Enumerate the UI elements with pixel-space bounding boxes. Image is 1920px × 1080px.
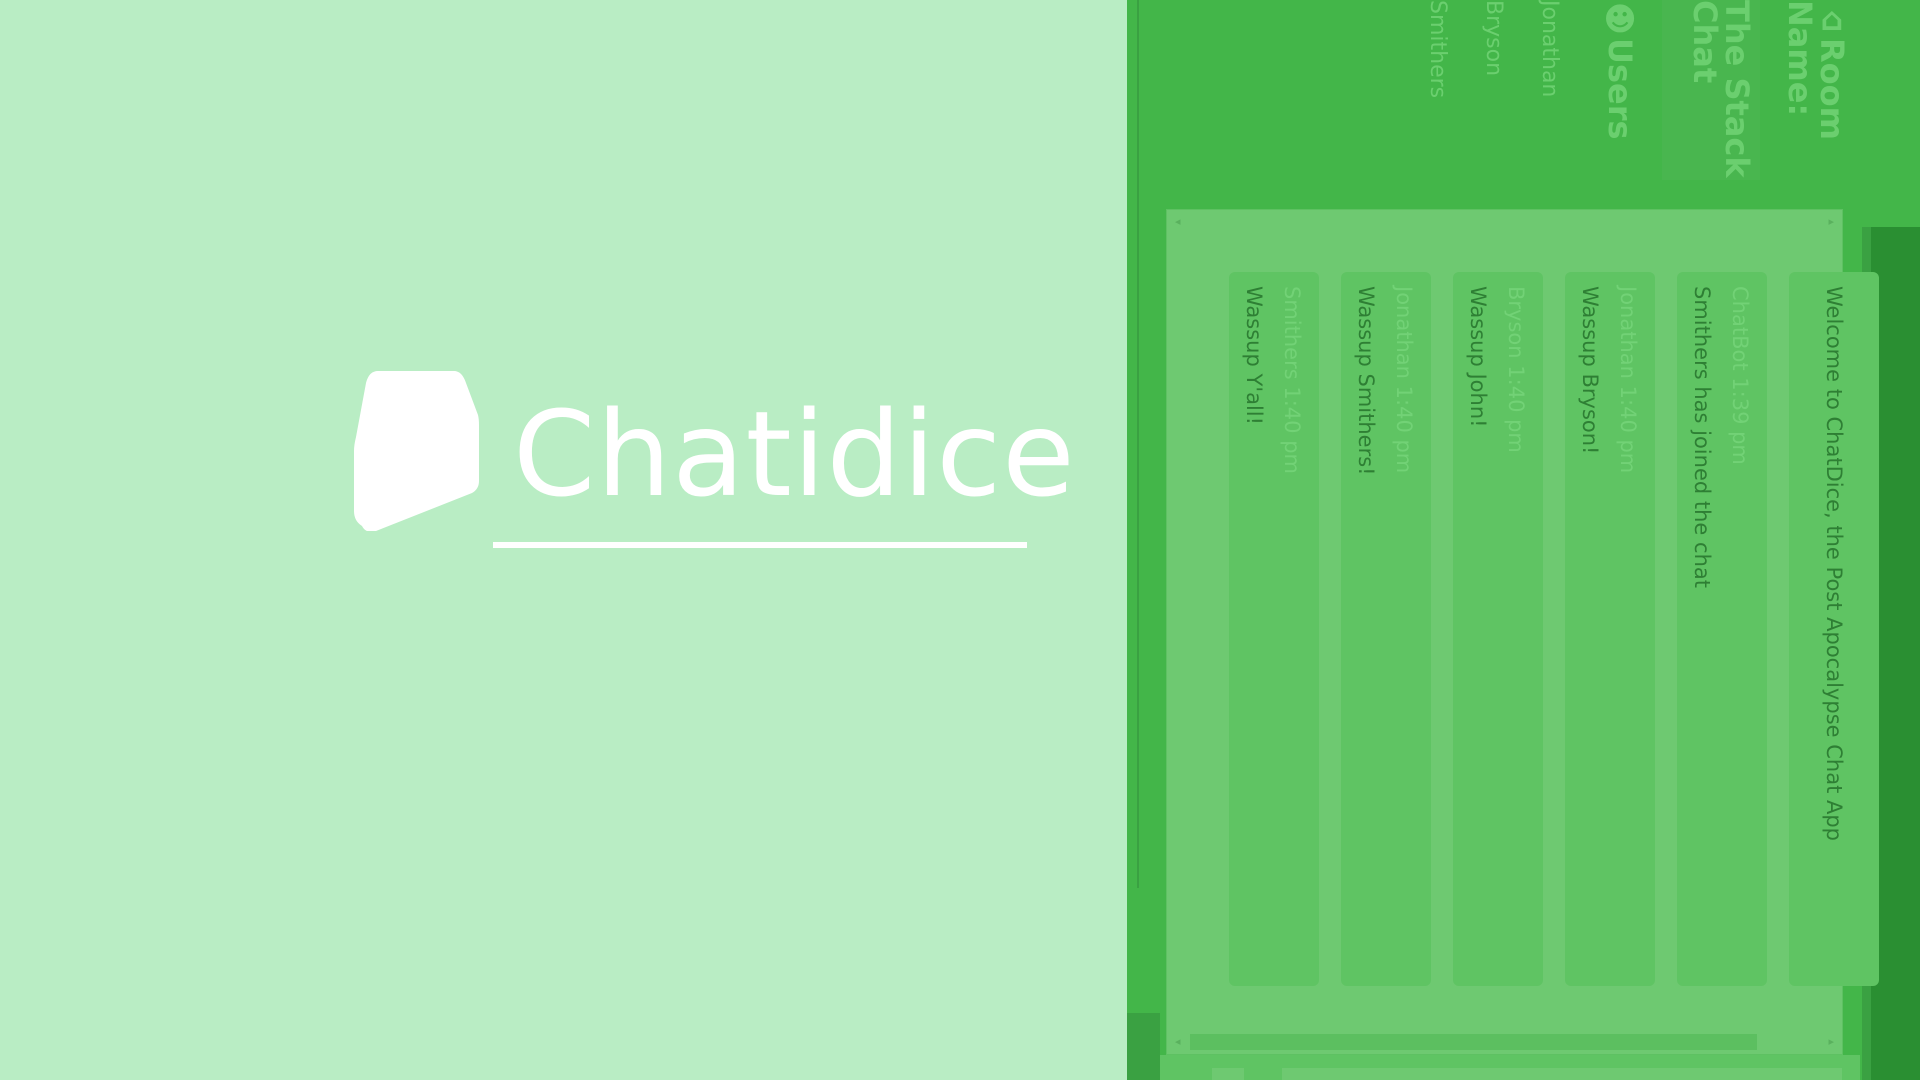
scroll-right-arrow-icon[interactable]: ▸ (1828, 216, 1834, 227)
user-item[interactable]: Bryson (1481, 0, 1506, 76)
chat-messages[interactable]: ◂ ▸ Welcome to ChatDice, the Post Apocal… (1166, 209, 1879, 1055)
chat-message: Smithers 1:40 pm Wassup Y'all! (1229, 272, 1319, 986)
message-meta: Jonathan 1:40 pm (1392, 286, 1416, 474)
panel-divider (1128, 0, 1139, 888)
chat-message: Welcome to ChatDice, the Post Apocalypse… (1789, 272, 1879, 986)
chat-message: Jonathan 1:40 pm Wassup Smithers! (1341, 272, 1431, 986)
message-text: Wassup Smithers! (1354, 286, 1378, 476)
message-meta: Bryson 1:40 pm (1504, 286, 1528, 453)
horizontal-scrollbar[interactable]: ◂ ▸ (1167, 1028, 1842, 1054)
scrollbar-top[interactable]: ◂ ▸ (1167, 210, 1842, 234)
room-label: ⌂Room Name: (1781, 0, 1851, 140)
message-meta: ChatBot 1:39 pm (1728, 286, 1752, 465)
brand-panel: Chatidice (0, 0, 1127, 1080)
users-icon: ☻ (1601, 0, 1639, 38)
scroll-left-arrow-icon[interactable]: ◂ (1175, 216, 1181, 227)
message-text: Wassup Y'all! (1242, 286, 1266, 426)
scroll-right-arrow-icon[interactable]: ▸ (1828, 1036, 1834, 1047)
message-text: Wassup Bryson! (1578, 286, 1602, 455)
chat-message: Jonathan 1:40 pm Wassup Bryson! (1565, 272, 1655, 986)
chat-message: ChatBot 1:39 pm Smithers has joined the … (1677, 272, 1767, 986)
message-text: Wassup John! (1466, 286, 1490, 428)
message-text: Welcome to ChatDice, the Post Apocalypse… (1822, 286, 1846, 842)
dice-logo-icon (354, 371, 479, 531)
users-label: ☻Users (1601, 0, 1639, 140)
message-meta: Smithers 1:40 pm (1280, 286, 1304, 474)
scroll-left-arrow-icon[interactable]: ◂ (1175, 1036, 1181, 1047)
message-meta: Jonathan 1:40 pm (1616, 286, 1640, 474)
user-item[interactable]: Jonathan (1537, 0, 1562, 97)
footer-corner (1127, 1013, 1160, 1080)
scrollbar-thumb[interactable] (1190, 1034, 1757, 1050)
message-text: Smithers has joined the chat (1690, 286, 1714, 588)
footer-segment (1212, 1068, 1244, 1080)
brand-name: Chatidice (513, 385, 1076, 523)
footer-segment (1282, 1068, 1842, 1080)
chat-message: Bryson 1:40 pm Wassup John! (1453, 272, 1543, 986)
user-item[interactable]: Smithers (1425, 0, 1450, 98)
room-name: The Stack Chat (1686, 0, 1756, 178)
brand-underline (493, 542, 1027, 548)
